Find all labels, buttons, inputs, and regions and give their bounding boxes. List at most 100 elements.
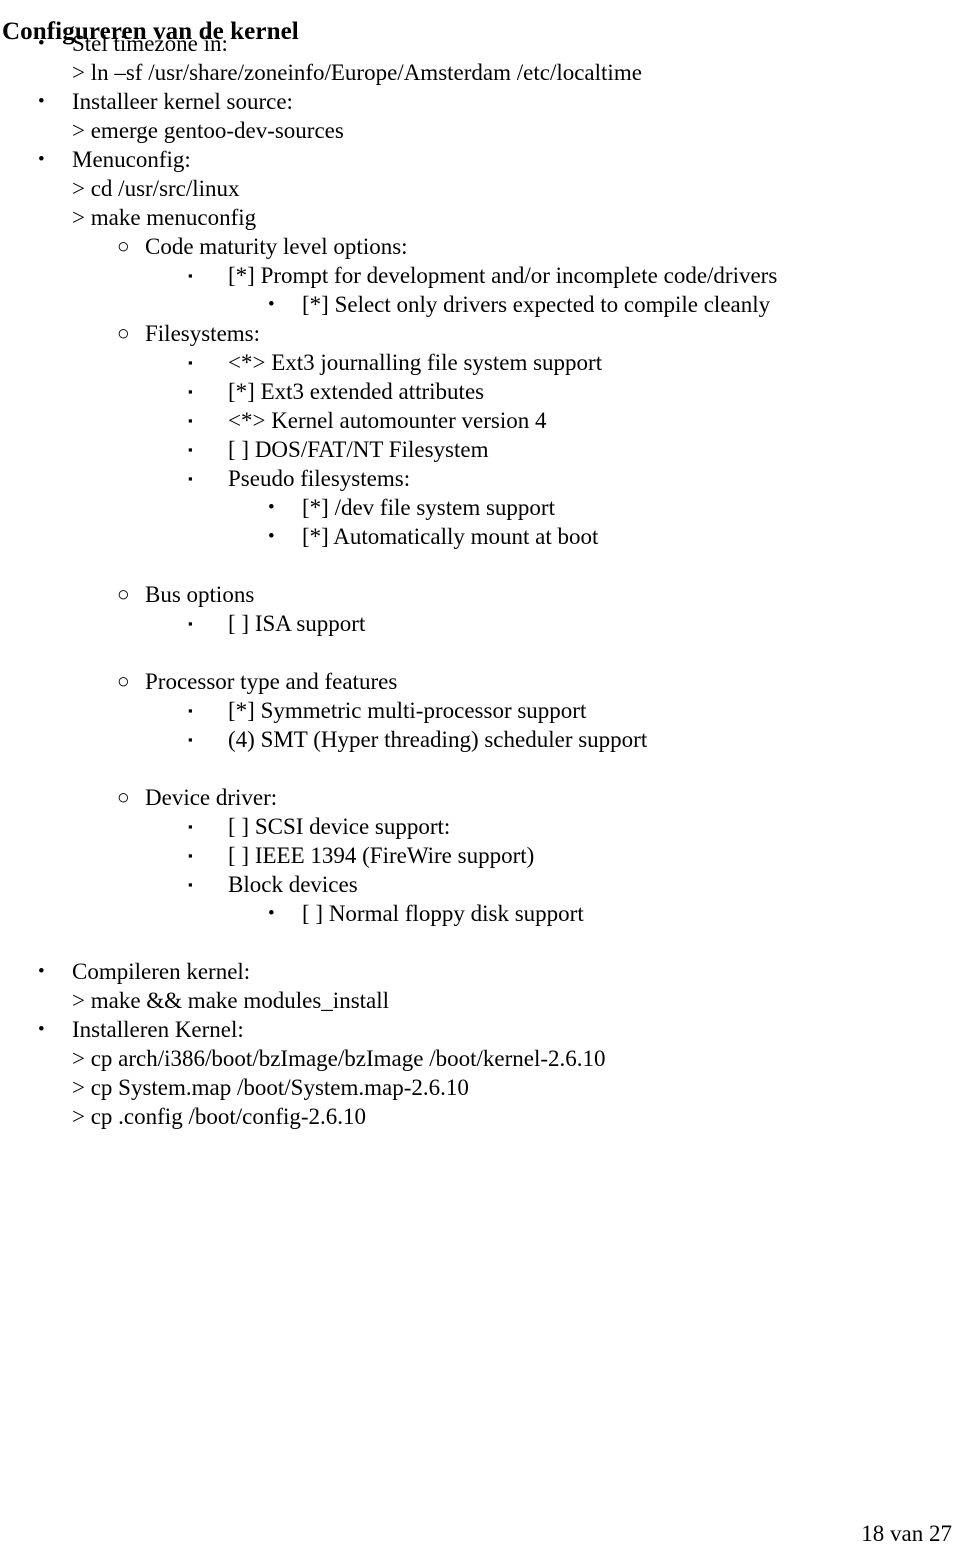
square-bullet-icon: ▪: [188, 616, 193, 631]
outline-item: • [*] Automatically mount at boot: [0, 522, 960, 551]
outline-item-label: [*] Automatically mount at boot: [302, 524, 599, 549]
command-line-text: > ln –sf /usr/share/zoneinfo/Europe/Amst…: [72, 60, 642, 85]
outline-item: ▪ [*] Prompt for development and/or incom…: [0, 261, 960, 290]
outline-item: ○ Filesystems:: [0, 319, 960, 348]
outline-item: > ln –sf /usr/share/zoneinfo/Europe/Amst…: [0, 58, 960, 87]
outline-item: ○ Processor type and features: [0, 667, 960, 696]
outline-item: • Installeer kernel source:: [0, 87, 960, 116]
outline-item: ▪ [ ] DOS/FAT/NT Filesystem: [0, 435, 960, 464]
outline-item-label: [*] Symmetric multi-processor support: [228, 698, 587, 723]
outline-item: ▪ (4) SMT (Hyper threading) scheduler sup…: [0, 725, 960, 754]
outline-item: > cp System.map /boot/System.map-2.6.10: [0, 1073, 960, 1102]
outline-item-label: [ ] ISA support: [228, 611, 366, 636]
outline-item-label: Installeer kernel source:: [72, 89, 293, 114]
outline-item-label: [*] Ext3 extended attributes: [228, 379, 485, 404]
document-page: Configureren van de kernel • Stel timezon…: [0, 0, 960, 1554]
outline-item-label: <*> Kernel automounter version 4: [228, 408, 547, 433]
square-bullet-icon: ▪: [188, 877, 193, 892]
disc-bullet-icon: •: [38, 91, 45, 112]
outline-spacer: [0, 754, 960, 783]
outline-item-label: Device driver:: [145, 785, 278, 810]
disc-bullet-icon: •: [38, 33, 45, 54]
outline-item: ▪ <*> Kernel automounter version 4: [0, 406, 960, 435]
square-bullet-icon: ▪: [188, 268, 193, 283]
disc-bullet-icon: •: [268, 497, 275, 518]
disc-bullet-icon: •: [268, 294, 275, 315]
outline-item-label: Filesystems:: [145, 321, 261, 346]
command-line-text: > make menuconfig: [72, 205, 257, 230]
disc-bullet-icon: •: [268, 903, 275, 924]
command-line-text: > cp System.map /boot/System.map-2.6.10: [72, 1075, 469, 1100]
outline-item: ○ Code maturity level options:: [0, 232, 960, 261]
outline-item-label: Bus options: [145, 582, 255, 607]
outline-item: ○ Bus options: [0, 580, 960, 609]
square-bullet-icon: ▪: [188, 442, 193, 457]
square-bullet-icon: ▪: [188, 703, 193, 718]
disc-bullet-icon: •: [38, 1019, 45, 1040]
disc-bullet-icon: •: [268, 526, 275, 547]
outline-spacer: [0, 928, 960, 957]
circle-bullet-icon: ○: [117, 321, 130, 345]
outline-item: ▪ [*] Ext3 extended attributes: [0, 377, 960, 406]
outline-item-label: Installeren Kernel:: [72, 1017, 244, 1042]
outline-item: • [ ] Normal floppy disk support: [0, 899, 960, 928]
outline-item: ▪ Pseudo filesystems:: [0, 464, 960, 493]
outline-item: • [*] /dev file system support: [0, 493, 960, 522]
outline-item: > make && make modules_install: [0, 986, 960, 1015]
square-bullet-icon: ▪: [188, 355, 193, 370]
square-bullet-icon: ▪: [188, 471, 193, 486]
circle-bullet-icon: ○: [117, 785, 130, 809]
outline-item-label: [*] Prompt for development and/or incomp…: [228, 263, 778, 288]
outline-item-label: Code maturity level options:: [145, 234, 408, 259]
outline-item: ▪ Block devices: [0, 870, 960, 899]
outline-spacer: [0, 551, 960, 580]
outline-item-label: Block devices: [228, 872, 358, 897]
outline-item: ▪ [ ] ISA support: [0, 609, 960, 638]
outline-item-label: [ ] IEEE 1394 (FireWire support): [228, 843, 535, 868]
command-line-text: > emerge gentoo-dev-sources: [72, 118, 344, 143]
square-bullet-icon: ▪: [188, 848, 193, 863]
outline-item: ▪ <*> Ext3 journalling file system suppor…: [0, 348, 960, 377]
outline-item: > cd /usr/src/linux: [0, 174, 960, 203]
outline-item: > cp arch/i386/boot/bzImage/bzImage /boo…: [0, 1044, 960, 1073]
outline-item: • Stel timezone in:: [0, 29, 960, 58]
outline-item: • [*] Select only drivers expected to com…: [0, 290, 960, 319]
outline-item: ▪ [ ] SCSI device support:: [0, 812, 960, 841]
outline-item-label: Stel timezone in:: [72, 31, 228, 56]
command-line-text: > cp .config /boot/config-2.6.10: [72, 1104, 367, 1129]
outline-item: > make menuconfig: [0, 203, 960, 232]
outline-item-label: (4) SMT (Hyper threading) scheduler supp…: [228, 727, 648, 752]
outline-item: • Menuconfig:: [0, 145, 960, 174]
outline-item-label: [ ] SCSI device support:: [228, 814, 451, 839]
outline-item: > cp .config /boot/config-2.6.10: [0, 1102, 960, 1131]
kernel-config-outline: • Stel timezone in: > ln –sf /usr/share/zo…: [0, 29, 960, 1131]
outline-item: ▪ [*] Symmetric multi-processor support: [0, 696, 960, 725]
circle-bullet-icon: ○: [117, 234, 130, 258]
outline-item: ▪ [ ] IEEE 1394 (FireWire support): [0, 841, 960, 870]
outline-item-label: Compileren kernel:: [72, 959, 251, 984]
outline-item-label: Processor type and features: [145, 669, 398, 694]
circle-bullet-icon: ○: [117, 669, 130, 693]
outline-item-label: [ ] DOS/FAT/NT Filesystem: [228, 437, 489, 462]
outline-item-label: <*> Ext3 journalling file system support: [228, 350, 603, 375]
circle-bullet-icon: ○: [117, 582, 130, 606]
outline-item: • Installeren Kernel:: [0, 1015, 960, 1044]
square-bullet-icon: ▪: [188, 384, 193, 399]
outline-spacer: [0, 638, 960, 667]
disc-bullet-icon: •: [38, 149, 45, 170]
outline-item-label: [ ] Normal floppy disk support: [302, 901, 584, 926]
square-bullet-icon: ▪: [188, 819, 193, 834]
outline-item: > emerge gentoo-dev-sources: [0, 116, 960, 145]
command-line-text: > cp arch/i386/boot/bzImage/bzImage /boo…: [72, 1046, 606, 1071]
outline-item-label: Pseudo filesystems:: [228, 466, 411, 491]
outline-item: ○ Device driver:: [0, 783, 960, 812]
outline-item-label: Menuconfig:: [72, 147, 191, 172]
square-bullet-icon: ▪: [188, 732, 193, 747]
outline-item-label: [*] /dev file system support: [302, 495, 555, 520]
command-line-text: > cd /usr/src/linux: [72, 176, 240, 201]
outline-item-label: [*] Select only drivers expected to comp…: [302, 292, 771, 317]
disc-bullet-icon: •: [38, 961, 45, 982]
outline-item: • Compileren kernel:: [0, 957, 960, 986]
page-footer: 18 van 27: [861, 1521, 952, 1546]
square-bullet-icon: ▪: [188, 413, 193, 428]
